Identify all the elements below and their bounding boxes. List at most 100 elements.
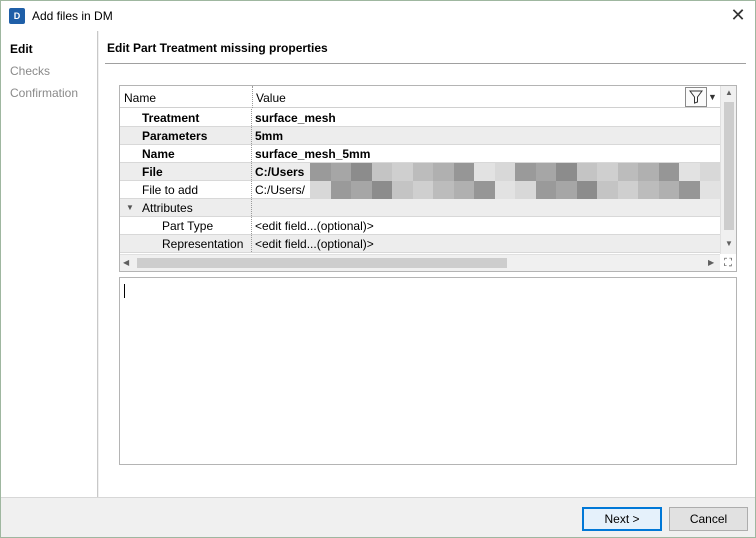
window-title: Add files in DM: [32, 9, 113, 23]
app-logo-icon: D: [9, 8, 25, 24]
redaction-pixel: [597, 163, 618, 181]
chevron-down-icon[interactable]: ▼: [708, 92, 717, 102]
text-caret: [124, 284, 125, 298]
next-button[interactable]: Next >: [582, 507, 662, 531]
filter-icon: [689, 90, 703, 104]
title-bar: D Add files in DM ✕: [1, 1, 755, 31]
redaction-pixel: [699, 181, 720, 199]
redaction-pixel: [330, 181, 351, 199]
table-row[interactable]: Parameters 5mm: [120, 127, 720, 145]
redaction-pixel: [658, 163, 679, 181]
redaction-pixel: [412, 163, 433, 181]
row-name: Treatment: [142, 111, 200, 125]
main-panel: Edit Part Treatment missing properties N…: [99, 31, 755, 497]
redaction-pixel: [433, 163, 454, 181]
filter-button[interactable]: [685, 87, 707, 107]
vertical-scroll-thumb[interactable]: [724, 102, 734, 230]
redaction-pixel: [699, 163, 720, 181]
column-header-value[interactable]: Value: [256, 91, 286, 105]
redaction-pixel: [392, 181, 413, 199]
redaction-pixel: [351, 163, 372, 181]
scroll-right-icon[interactable]: ▶: [708, 258, 714, 267]
redaction-pixel: [556, 163, 577, 181]
redaction-pixel: [433, 181, 454, 199]
row-name: Representation: [162, 237, 244, 251]
title-divider: [105, 63, 746, 64]
redaction-pixel: [310, 163, 331, 181]
column-divider[interactable]: [252, 86, 253, 108]
nav-item-checks[interactable]: Checks: [10, 64, 50, 78]
table-row[interactable]: Name surface_mesh_5mm: [120, 145, 720, 163]
table-row[interactable]: Part Type <edit field...(optional)>: [120, 217, 720, 235]
redaction-pixel: [535, 163, 556, 181]
name-cell: Parameters: [120, 127, 252, 144]
wizard-steps-nav: Edit Checks Confirmation: [1, 31, 98, 497]
close-icon[interactable]: ✕: [725, 3, 751, 29]
redaction-pixel: [474, 163, 495, 181]
row-name: Attributes: [142, 201, 193, 215]
name-cell: Name: [120, 145, 252, 162]
redaction-pixel: [412, 181, 433, 199]
redaction-pixel: [617, 181, 638, 199]
redaction-pixel: [576, 163, 597, 181]
horizontal-scrollbar[interactable]: ◀ ▶: [120, 254, 720, 271]
redaction-pixel: [535, 181, 556, 199]
name-cell: File to add: [120, 181, 252, 198]
row-value[interactable]: C:/Users: [255, 165, 304, 179]
description-textarea[interactable]: [119, 277, 737, 465]
redaction-pixel: [474, 181, 495, 199]
redaction-pixel: [597, 181, 618, 199]
column-header-name[interactable]: Name: [124, 91, 156, 105]
row-value[interactable]: C:/Users/: [255, 183, 305, 197]
row-value[interactable]: <edit field...(optional)>: [255, 237, 374, 251]
row-name: File: [142, 165, 163, 179]
name-cell: Treatment: [120, 109, 252, 126]
redaction-pixel: [658, 181, 679, 199]
redaction-pixel: [679, 181, 700, 199]
row-value[interactable]: 5mm: [255, 129, 283, 143]
row-value[interactable]: <edit field...(optional)>: [255, 219, 374, 233]
redaction-pixel: [556, 181, 577, 199]
redaction-pixel: [576, 181, 597, 199]
property-grid: Name Value ▼ Treatment surface_mesh Para…: [119, 85, 737, 272]
redaction-pixel: [310, 181, 331, 199]
redaction-pixel: [494, 163, 515, 181]
grid-header: Name Value ▼: [120, 86, 720, 108]
redaction-pixel: [638, 163, 659, 181]
table-row[interactable]: Representation <edit field...(optional)>: [120, 235, 720, 253]
redaction-pixel: [453, 181, 474, 199]
name-cell: File: [120, 163, 252, 180]
name-cell: Representation: [120, 235, 252, 252]
expand-triangle-icon[interactable]: ▼: [126, 203, 134, 212]
redaction-pixel: [515, 181, 536, 199]
redaction-pixel: [392, 163, 413, 181]
name-cell: Part Type: [120, 217, 252, 234]
row-value[interactable]: surface_mesh_5mm: [255, 147, 370, 161]
table-row[interactable]: Treatment surface_mesh: [120, 109, 720, 127]
scroll-up-icon[interactable]: ▲: [725, 88, 733, 97]
redaction-pixel: [494, 181, 515, 199]
redaction-pixel: [617, 163, 638, 181]
horizontal-scroll-thumb[interactable]: [137, 258, 507, 268]
name-cell: ▼ Attributes: [120, 199, 252, 216]
row-name: Part Type: [162, 219, 214, 233]
table-row-group[interactable]: ▼ Attributes: [120, 199, 720, 217]
cancel-button[interactable]: Cancel: [669, 507, 748, 531]
nav-item-confirmation[interactable]: Confirmation: [10, 86, 78, 100]
redaction-pixel: [638, 181, 659, 199]
redaction-pixel: [515, 163, 536, 181]
nav-item-edit[interactable]: Edit: [10, 42, 33, 56]
page-title: Edit Part Treatment missing properties: [107, 41, 328, 55]
row-value[interactable]: surface_mesh: [255, 111, 336, 125]
row-name: File to add: [142, 183, 199, 197]
redaction-pixel: [679, 163, 700, 181]
scroll-left-icon[interactable]: ◀: [123, 258, 129, 267]
redaction-pixel: [330, 163, 351, 181]
dialog-footer: Next > Cancel: [1, 497, 755, 537]
expand-icon[interactable]: ⛶: [721, 256, 735, 270]
redaction-pixel: [371, 163, 392, 181]
vertical-scrollbar[interactable]: ▲ ▼: [720, 86, 736, 254]
redaction-pixel: [453, 163, 474, 181]
redaction-pixel: [351, 181, 372, 199]
scroll-down-icon[interactable]: ▼: [725, 239, 733, 248]
